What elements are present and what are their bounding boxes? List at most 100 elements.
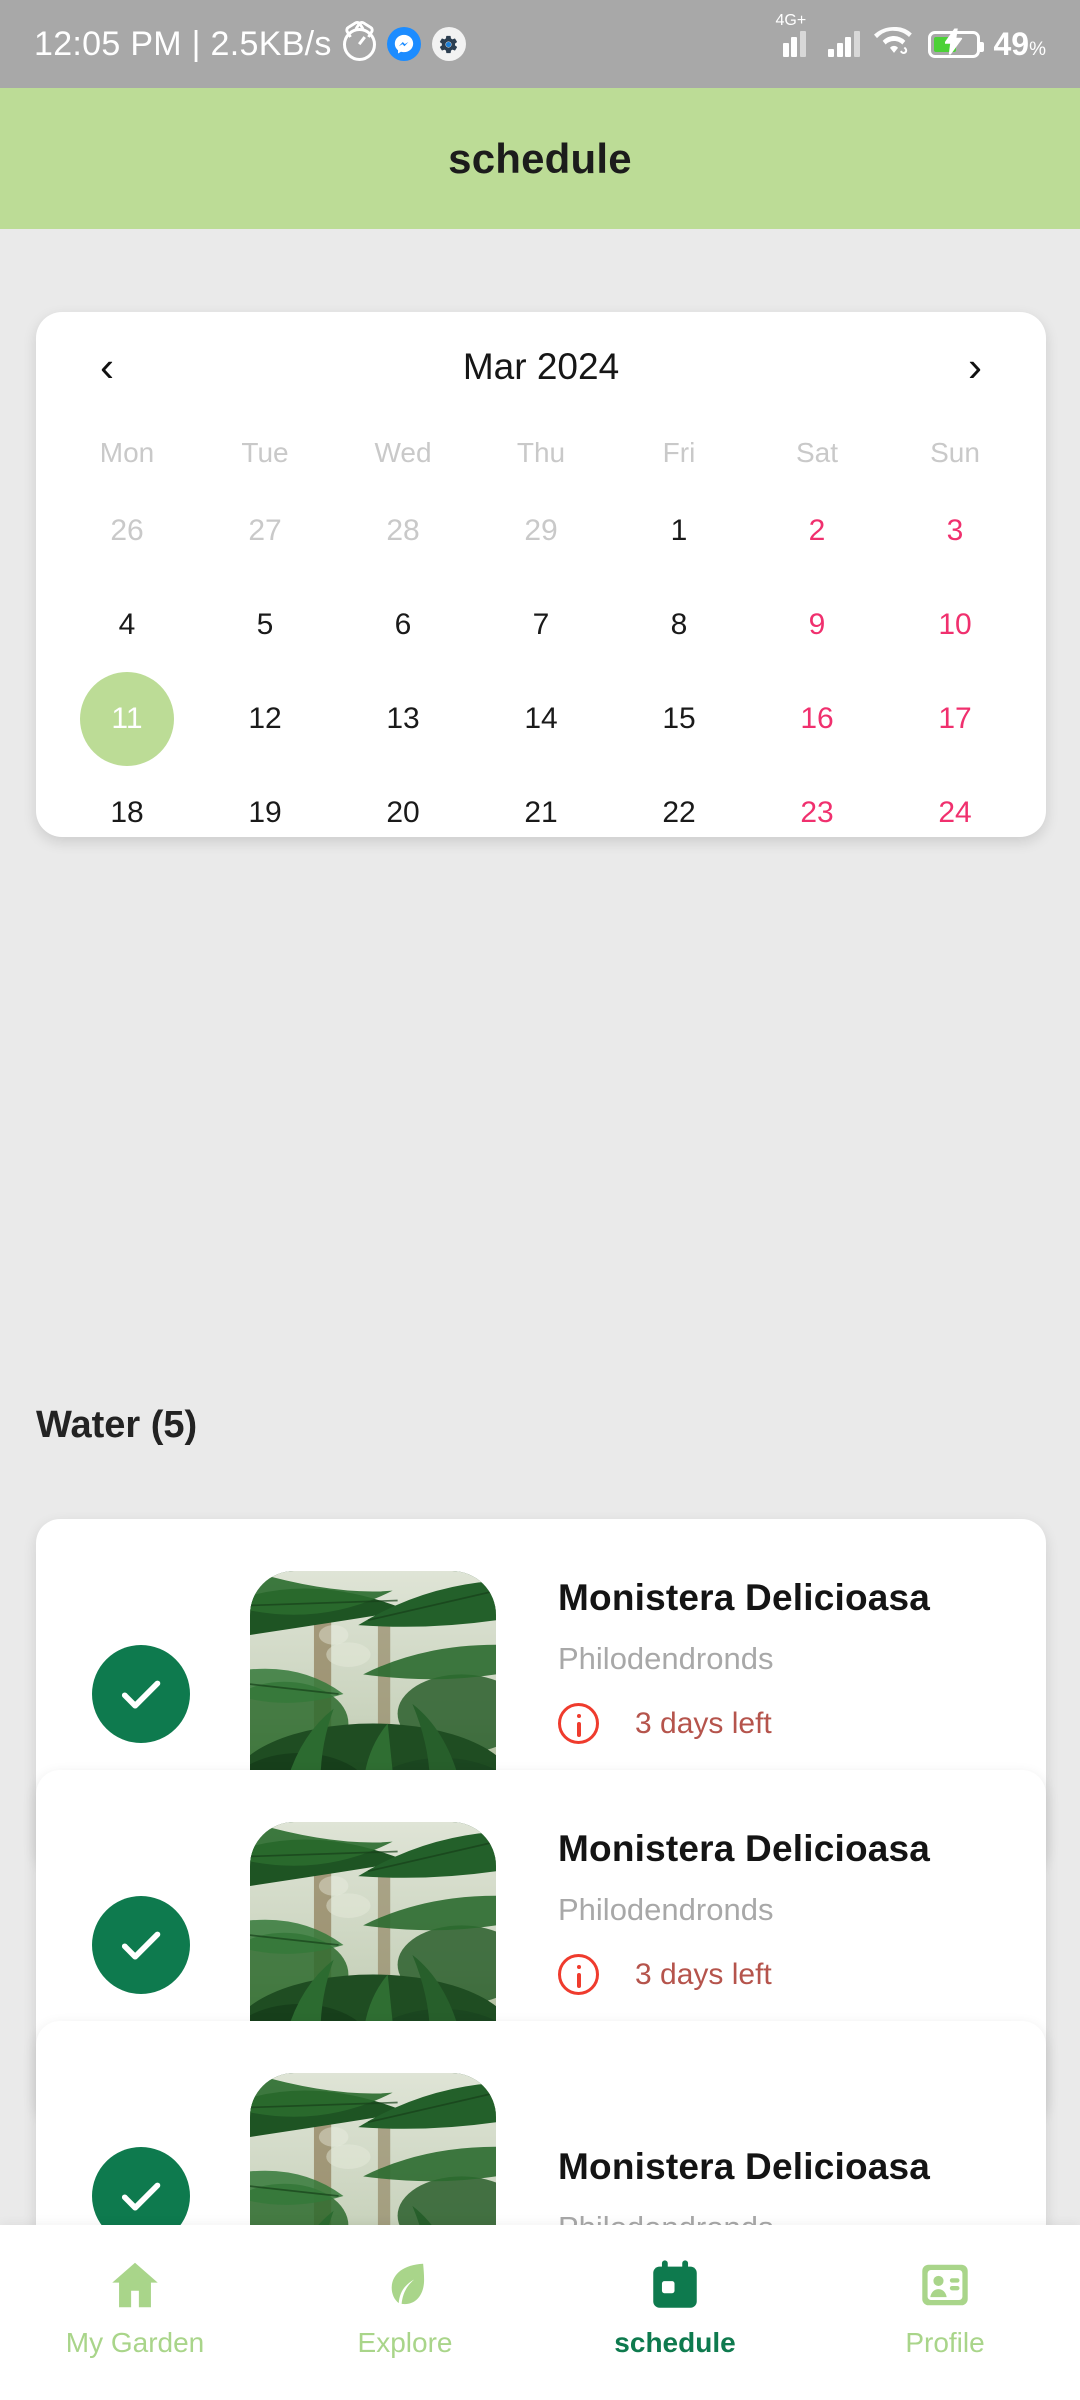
plant-species: Philodendronds [558,1641,774,1676]
calendar-day-28[interactable]: 28 [356,484,450,578]
nav-label: schedule [614,2327,736,2358]
calendar-day-15[interactable]: 15 [632,672,726,766]
nav-label: Profile [905,2327,985,2358]
calendar-day-17[interactable]: 17 [908,672,1002,766]
calendar-cell[interactable]: 20 [334,766,472,860]
calendar-cell[interactable]: 4 [58,578,196,672]
calendar-cell[interactable]: 2 [748,484,886,578]
check-circle-icon[interactable] [92,1645,190,1743]
fertilize-days-left: 3 days left [635,1957,772,1991]
calendar-day-23[interactable]: 23 [770,766,864,860]
calendar-cell[interactable]: 8 [610,578,748,672]
network-type-label: 4G+ [775,12,807,29]
calendar-cell[interactable]: 6 [334,578,472,672]
calendar-day-16[interactable]: 16 [770,672,864,766]
section-title-water: Water (5) [36,1404,198,1446]
house-icon [106,2253,164,2317]
app-root: 12:05 PM | 2.5KB/s 4G+ 49% schedule ‹ Ma… [0,0,1080,2400]
calendar-cell[interactable]: 16 [748,672,886,766]
page-title: schedule [448,134,632,182]
weekday-thu: Thu [516,437,566,468]
calendar-day-10[interactable]: 10 [908,578,1002,672]
weekday-sat: Sat [795,437,839,468]
calendar-cell[interactable]: 18 [58,766,196,860]
calendar-cell[interactable]: 3 [886,484,1024,578]
calendar-cell[interactable]: 26 [58,484,196,578]
nav-item-profile[interactable]: Profile [810,2225,1080,2359]
scroll-body[interactable]: ‹ Mar 2024 › Mon Tue Wed Thu Fri Sat Sun… [0,229,1080,2371]
weekday-sun: Sun [930,437,980,468]
plant-name: Monistera Delicioasa [558,1577,931,1618]
calendar-cell[interactable]: 17 [886,672,1024,766]
plant-fertilize-row: 3 days left [558,1703,1046,1744]
app-header: schedule [0,88,1080,229]
calendar-day-22[interactable]: 22 [632,766,726,860]
status-clock: 12:05 PM | 2.5KB/s [34,24,332,63]
nav-item-explore[interactable]: Explore [270,2225,540,2359]
calendar-day-24[interactable]: 24 [908,766,1002,860]
battery-percent: 49% [993,25,1047,62]
calendar-day-7[interactable]: 7 [494,578,588,672]
calendar-cell[interactable]: 13 [334,672,472,766]
calendar-day-12[interactable]: 12 [218,672,312,766]
info-circle-icon [558,1954,599,1995]
calendar-day-4[interactable]: 4 [80,578,174,672]
weekday-tue: Tue [241,437,289,468]
calendar-cell[interactable]: 29 [472,484,610,578]
calendar-cell[interactable]: 21 [472,766,610,860]
calendar-day-grid: 26 27 28 29 1 2 3 4 5 6 7 8 9 10 11 12 13 14 15 16 17 18 19 20 2… [36,484,1046,860]
calendar-day-1[interactable]: 1 [632,484,726,578]
calendar-day-11[interactable]: 11 [80,672,174,766]
calendar-day-13[interactable]: 13 [356,672,450,766]
calendar-day-19[interactable]: 19 [218,766,312,860]
calendar-day-5[interactable]: 5 [218,578,312,672]
signal-2-icon [828,31,860,57]
calendar-day-6[interactable]: 6 [356,578,450,672]
id-card-icon [916,2253,974,2317]
calendar-cell[interactable]: 27 [196,484,334,578]
calendar-cell[interactable]: 28 [334,484,472,578]
calendar-day-29[interactable]: 29 [494,484,588,578]
calendar-cell[interactable]: 10 [886,578,1024,672]
calendar-header: ‹ Mar 2024 › [36,312,1046,422]
calendar-day-9[interactable]: 9 [770,578,864,672]
calendar-day-8[interactable]: 8 [632,578,726,672]
calendar-cell[interactable]: 24 [886,766,1024,860]
calendar-prev-button[interactable]: ‹ [82,346,132,388]
calendar-cell[interactable]: 7 [472,578,610,672]
calendar-cell[interactable]: 19 [196,766,334,860]
calendar-day-21[interactable]: 21 [494,766,588,860]
calendar-cell[interactable]: 5 [196,578,334,672]
calendar-cell[interactable]: 9 [748,578,886,672]
calendar-cell[interactable]: 11 [58,672,196,766]
calendar-day-20[interactable]: 20 [356,766,450,860]
status-bar-left: 12:05 PM | 2.5KB/s [34,25,466,64]
calendar-cell[interactable]: 1 [610,484,748,578]
calendar-day-27[interactable]: 27 [218,484,312,578]
nav-item-my-garden[interactable]: My Garden [0,2225,270,2359]
calendar-day-18[interactable]: 18 [80,766,174,860]
calendar-cell[interactable]: 14 [472,672,610,766]
calendar-day-26[interactable]: 26 [80,484,174,578]
calendar-day-2[interactable]: 2 [770,484,864,578]
calendar-cell[interactable]: 23 [748,766,886,860]
fertilize-days-left: 3 days left [635,1706,772,1740]
battery-charging-icon [927,27,984,58]
calendar-cell[interactable]: 15 [610,672,748,766]
calendar-day-3[interactable]: 3 [908,484,1002,578]
status-bar: 12:05 PM | 2.5KB/s 4G+ 49% [0,0,1080,88]
calendar-icon [646,2253,704,2317]
alarm-icon [342,27,376,61]
nav-item-schedule[interactable]: schedule [540,2225,810,2359]
calendar-day-14[interactable]: 14 [494,672,588,766]
nav-label: My Garden [65,2327,205,2358]
plant-name: Monistera Delicioasa [558,2146,931,2187]
calendar-cell[interactable]: 22 [610,766,748,860]
check-circle-icon[interactable] [92,1896,190,1994]
calendar-cell[interactable]: 12 [196,672,334,766]
signal-4g-icon: 4G+ [776,12,815,57]
calendar-next-button[interactable]: › [950,346,1000,388]
info-circle-icon [558,1703,599,1744]
weekday-wed: Wed [374,437,432,468]
bottom-navigation: My Garden Explore schedule Profile [0,2225,1080,2400]
